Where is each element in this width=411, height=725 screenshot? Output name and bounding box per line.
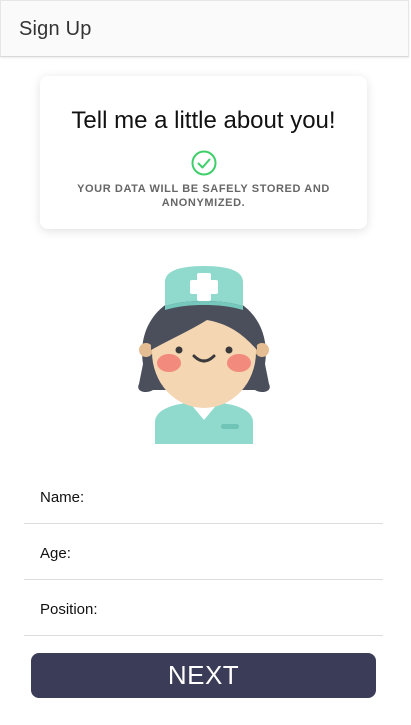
app-bar: Sign Up (0, 0, 409, 57)
signup-screen: Sign Up Tell me a little about you! YOUR… (0, 0, 411, 725)
nurse-avatar-icon (138, 266, 270, 444)
age-field[interactable]: Age: (24, 524, 383, 580)
name-label: Name: (40, 489, 85, 506)
page-title: Sign Up (19, 18, 92, 40)
age-input[interactable] (124, 534, 378, 572)
name-input[interactable] (124, 478, 378, 516)
position-field[interactable]: Position: (24, 580, 383, 636)
name-field[interactable]: Name: (24, 468, 383, 524)
position-input[interactable] (124, 590, 378, 628)
privacy-note: YOUR DATA WILL BE SAFELY STORED AND ANON… (77, 183, 330, 209)
next-button[interactable]: NEXT (31, 653, 376, 698)
age-label: Age: (40, 545, 71, 562)
position-label: Position: (40, 601, 98, 618)
intro-card: Tell me a little about you! YOUR DATA WI… (40, 76, 367, 229)
check-circle-icon (191, 150, 217, 176)
intro-card-title: Tell me a little about you! (71, 107, 336, 134)
